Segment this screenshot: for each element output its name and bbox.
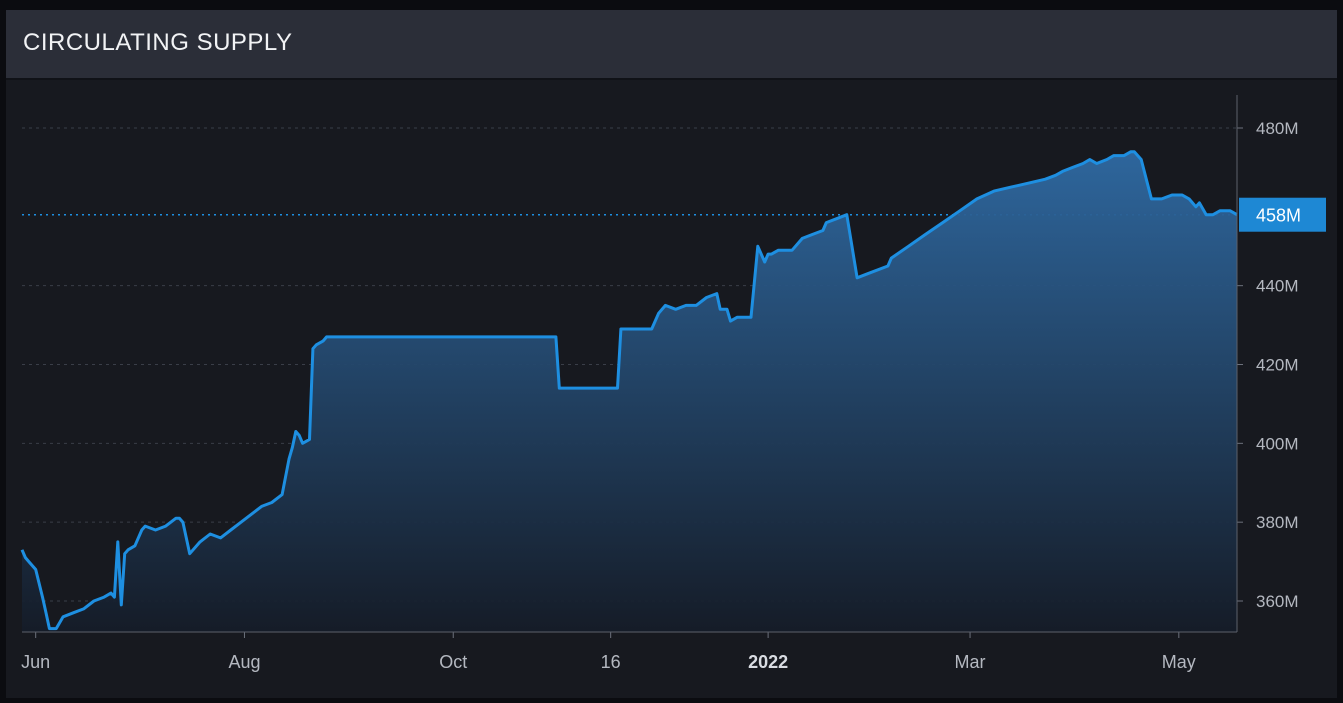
y-tick-label: 400M [1256, 434, 1299, 453]
x-tick-label: May [1162, 652, 1196, 672]
x-tick-label: 2022 [748, 652, 788, 672]
x-tick-label: 16 [601, 652, 621, 672]
x-tick-label: Aug [228, 652, 260, 672]
y-tick-label: 380M [1256, 513, 1299, 532]
x-tick-label: Mar [955, 652, 986, 672]
x-tick-label: Oct [439, 652, 467, 672]
y-tick-label: 480M [1256, 119, 1299, 138]
x-tick-label: Jun [21, 652, 50, 672]
y-tick-label: 420M [1256, 356, 1299, 375]
series-area [22, 151, 1237, 632]
y-tick-label: 440M [1256, 277, 1299, 296]
y-tick-label: 360M [1256, 592, 1299, 611]
supply-chart[interactable]: 360M 380M 400M 420M 440M 480M Jun Aug Oct 16 2022 M… [0, 0, 1343, 703]
current-value-label: 458M [1256, 206, 1301, 226]
